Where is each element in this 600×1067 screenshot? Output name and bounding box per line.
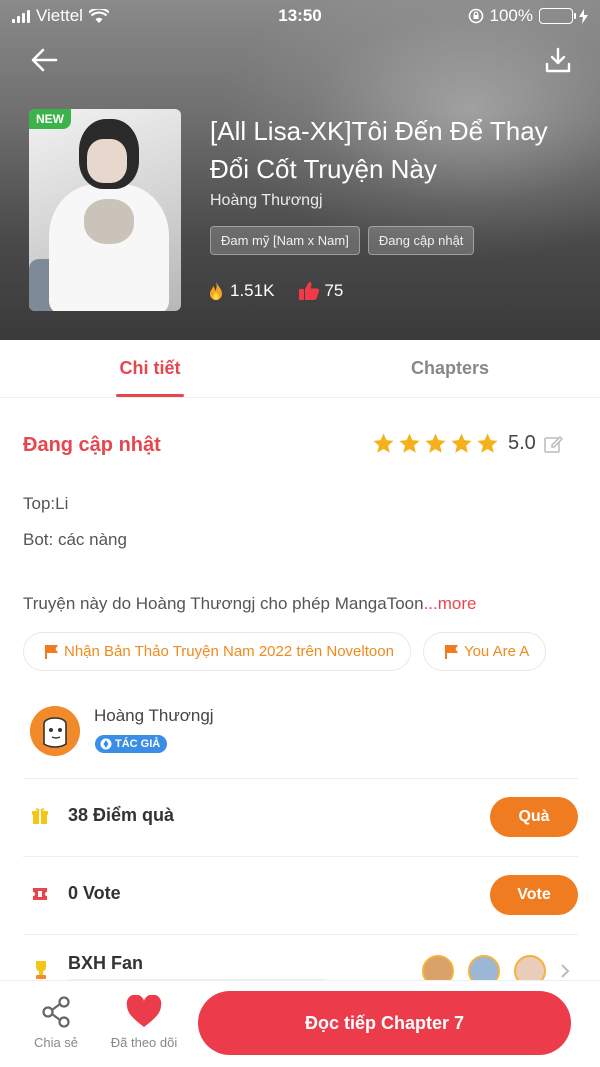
new-badge: NEW — [29, 109, 71, 129]
star-icon — [425, 433, 446, 453]
status-bar: Viettel 13:50 100% — [0, 0, 600, 32]
share-button[interactable]: Chia sẻ — [28, 995, 84, 1050]
download-icon[interactable] — [544, 46, 572, 74]
flag-icon — [444, 644, 458, 659]
author-role-badge: TÁC GIẢ — [95, 735, 168, 753]
event-label: Nhận Bản Thảo Truyện Nam 2022 trên Novel… — [64, 643, 394, 660]
views-count: 1.51K — [230, 281, 275, 300]
event-chip[interactable]: You Are A — [422, 632, 547, 671]
gift-icon — [32, 808, 48, 824]
star-icon — [399, 433, 420, 453]
battery-percent: 100% — [489, 6, 533, 25]
event-chips: Nhận Bản Thảo Truyện Nam 2022 trên Novel… — [23, 632, 547, 671]
likes-stat: 75 — [298, 280, 343, 302]
fire-icon — [210, 281, 222, 300]
tab-details[interactable]: Chi tiết — [0, 340, 300, 397]
author-avatar[interactable] — [30, 706, 80, 756]
gift-button[interactable]: Quà — [490, 797, 578, 837]
author-role-label: TÁC GIẢ — [115, 738, 161, 750]
gift-points: 38 Điểm quà — [68, 805, 175, 825]
back-arrow-icon[interactable] — [28, 44, 60, 76]
book-cover — [29, 109, 181, 311]
flag-icon — [45, 644, 58, 659]
likes-count: 75 — [324, 281, 344, 300]
orientation-lock-icon — [468, 8, 483, 24]
thumbs-up-icon — [299, 282, 320, 300]
views-stat: 1.51K — [206, 280, 274, 302]
description-line: Top:Li — [23, 494, 69, 513]
fan-ranking-label: BXH Fan — [68, 953, 144, 973]
share-icon — [42, 996, 70, 1028]
description-text: Truyện này do Hoàng Thươngj cho phép Man… — [23, 594, 424, 613]
follow-label: Đã theo dõi — [110, 1035, 178, 1050]
event-chip[interactable]: Nhận Bản Thảo Truyện Nam 2022 trên Novel… — [23, 632, 411, 671]
vote-row: 0 Vote Vote — [23, 856, 578, 934]
charging-icon — [579, 8, 588, 24]
description-summary: Truyện này do Hoàng Thươngj cho phép Man… — [23, 594, 476, 614]
vote-button[interactable]: Vote — [490, 875, 578, 915]
signal-icon — [12, 9, 30, 23]
share-label: Chia sẻ — [33, 1035, 79, 1050]
bottom-action-bar: Chia sẻ Đã theo dõi Đọc tiếp Chapter 7 — [0, 980, 600, 1067]
book-stats: 1.51K 75 — [206, 280, 343, 302]
rating-value: 5.0 — [508, 432, 536, 454]
ticket-icon — [33, 888, 47, 900]
genre-tag[interactable]: Đam mỹ [Nam x Nam] — [210, 226, 360, 255]
star-rating — [372, 432, 499, 455]
star-icon — [373, 433, 394, 453]
trophy-icon — [36, 961, 46, 979]
heart-icon — [126, 995, 162, 1027]
tab-chapters[interactable]: Chapters — [300, 340, 600, 397]
follow-button[interactable]: Đã theo dõi — [102, 995, 186, 1050]
description-line: Bot: các nàng — [23, 530, 127, 549]
status-tag[interactable]: Đang cập nhật — [367, 226, 475, 255]
vote-count: 0 Vote — [68, 883, 121, 903]
book-author[interactable]: Hoàng Thươngj — [210, 192, 323, 210]
tab-bar: Chi tiết Chapters — [0, 340, 600, 398]
book-title: [All Lisa-XK]Tôi Đến Để Thay Đổi Cốt Tru… — [210, 116, 548, 184]
description: Top:Li Bot: các nàng — [23, 486, 127, 558]
chevron-right-icon[interactable] — [560, 963, 570, 979]
tag-list: Đam mỹ [Nam x Nam] Đang cập nhật — [210, 226, 475, 255]
rating[interactable]: 5.0 — [372, 432, 563, 455]
star-icon — [477, 433, 498, 453]
author-card[interactable]: Hoàng Thươngj TÁC GIẢ — [0, 690, 600, 778]
update-status: Đang cập nhật — [23, 434, 161, 456]
more-link[interactable]: ...more — [424, 594, 477, 613]
carrier-name: Viettel — [36, 6, 83, 25]
event-label: You Are A — [463, 643, 530, 660]
author-name[interactable]: Hoàng Thươngj — [94, 706, 214, 726]
battery-icon — [539, 8, 576, 24]
pen-nib-icon — [100, 738, 112, 750]
book-header: Viettel 13:50 100% NEW [All Lisa-XK]Tôi … — [0, 0, 600, 340]
edit-icon[interactable] — [543, 434, 563, 454]
gift-row: 38 Điểm quà Quà — [23, 778, 578, 856]
star-icon — [451, 433, 472, 453]
wifi-icon — [88, 8, 109, 23]
continue-reading-button[interactable]: Đọc tiếp Chapter 7 — [198, 991, 571, 1055]
